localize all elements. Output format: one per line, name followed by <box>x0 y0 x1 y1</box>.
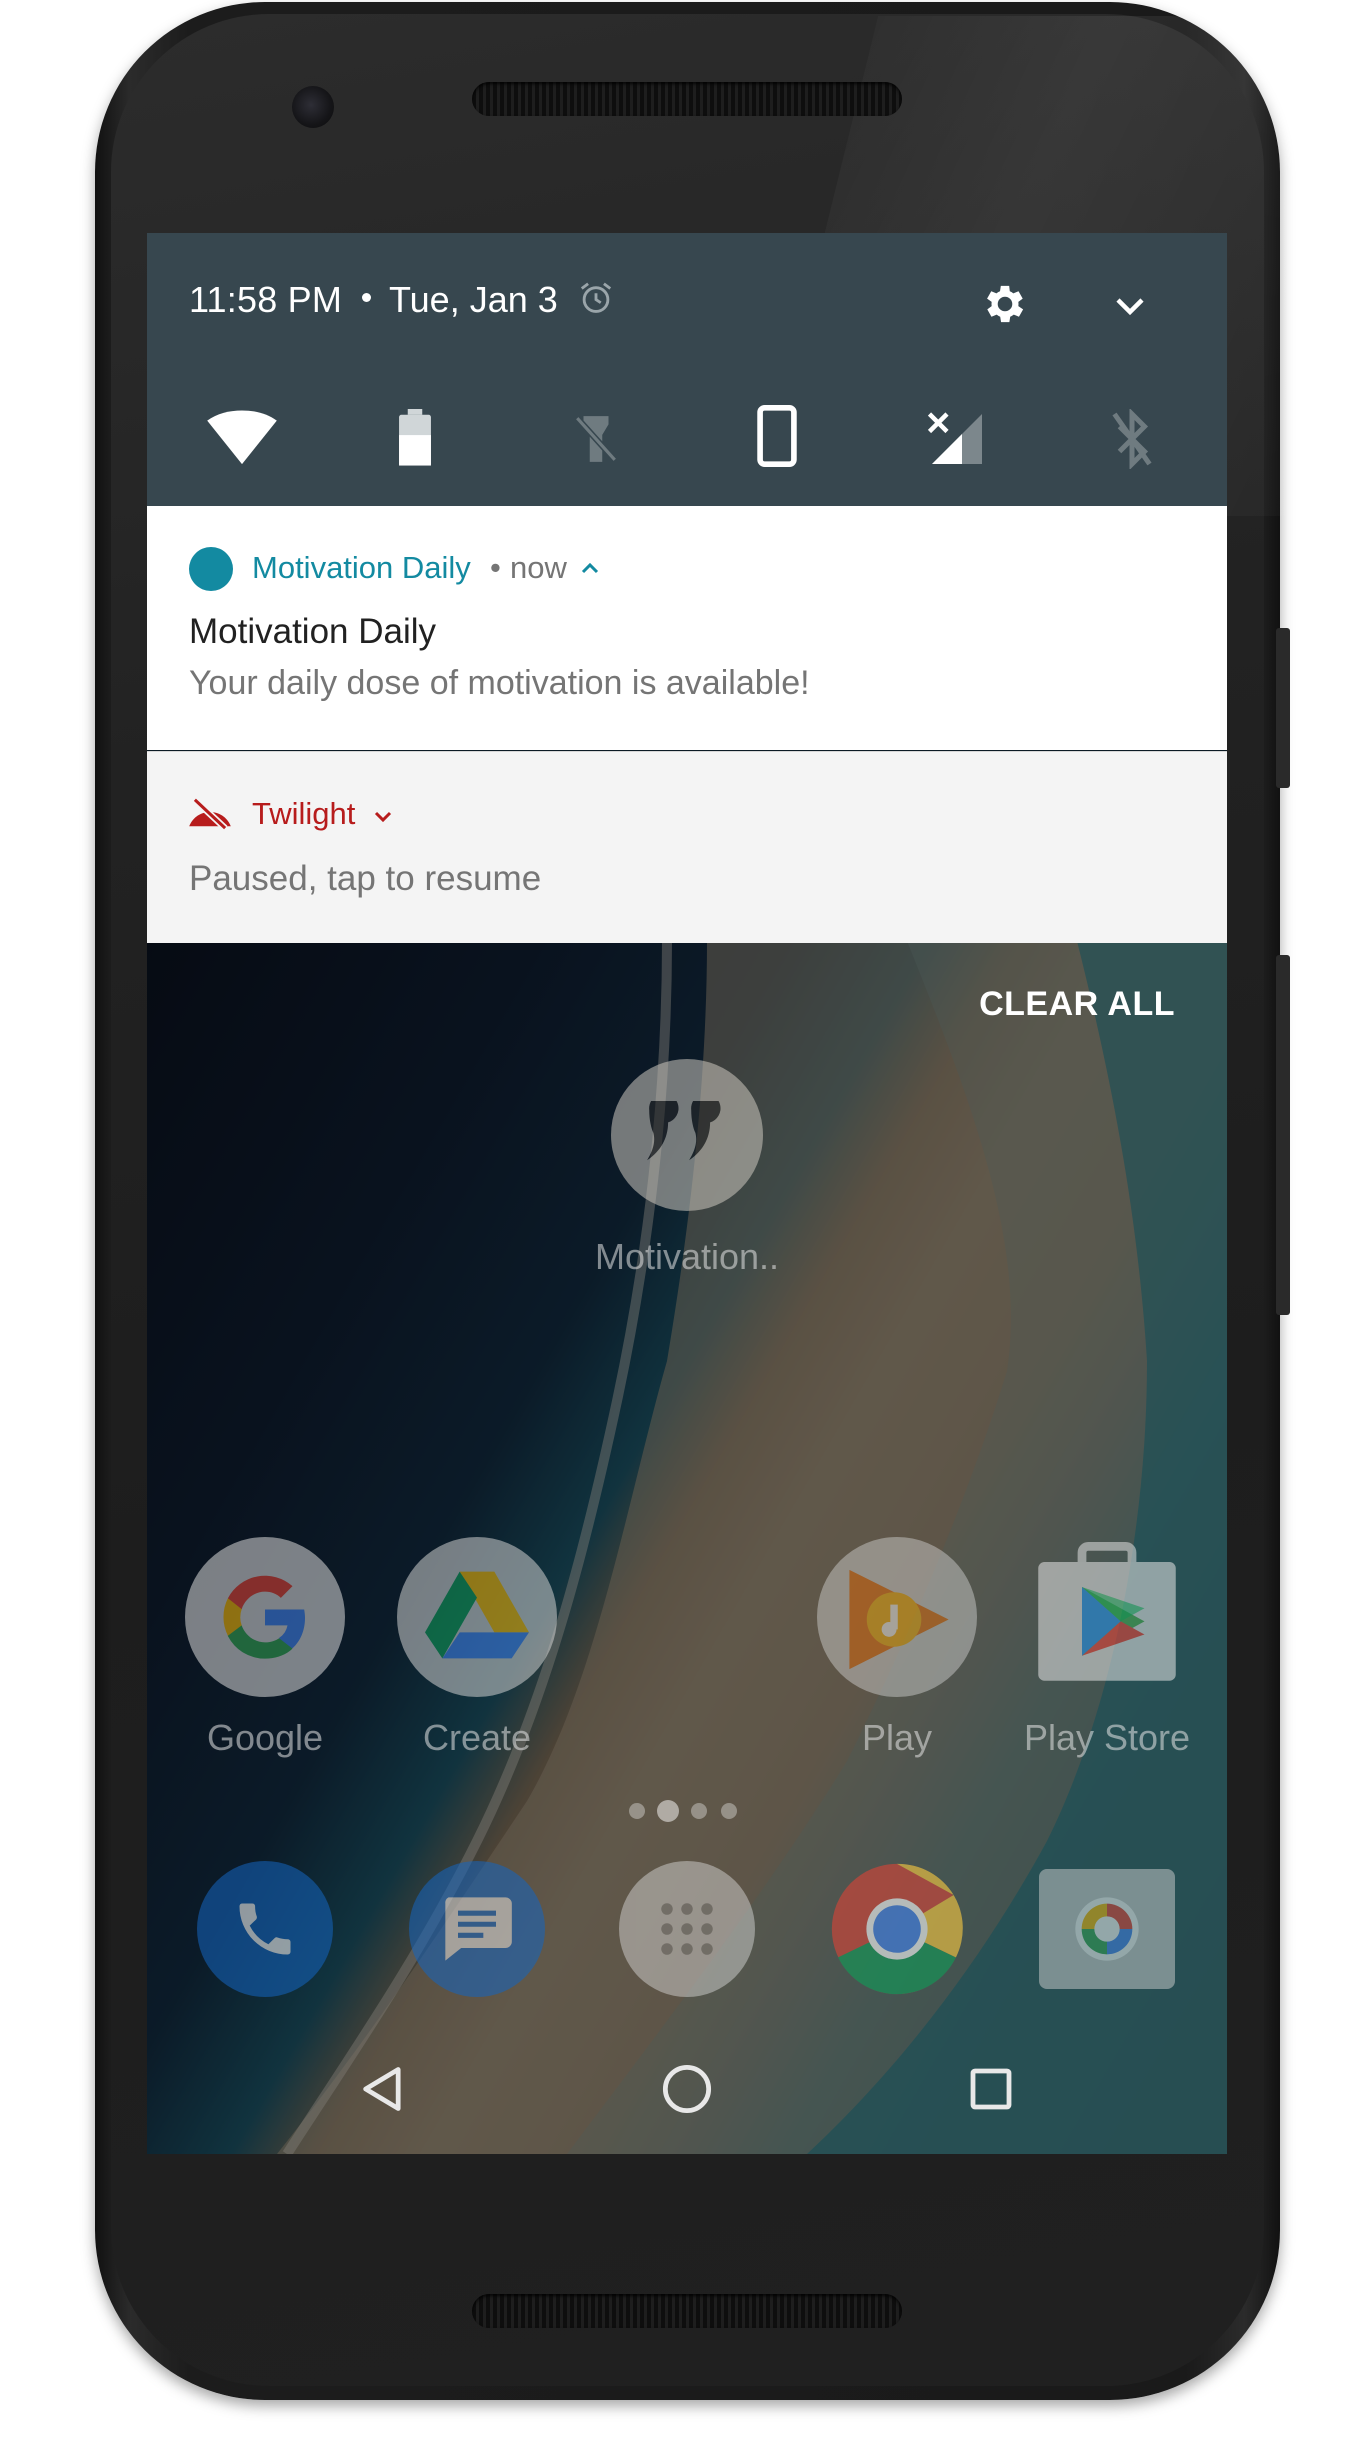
phone-handset-icon <box>239 1903 291 1955</box>
screen: 11:58 PM Tue, Jan 3 Motivation Daily • n… <box>147 233 1227 2154</box>
flashlight-off-icon[interactable] <box>571 411 621 467</box>
page-indicator-dot-active <box>657 1800 679 1822</box>
google-folder-icon[interactable] <box>185 1537 345 1697</box>
page-indicator-dot <box>629 1803 645 1819</box>
notification-app-name: Twilight <box>252 796 356 831</box>
notification-app-name: Motivation Daily <box>252 550 471 585</box>
expand-chevron-icon[interactable] <box>373 810 393 824</box>
play-store-app-label[interactable]: Play Store <box>1007 1717 1207 1759</box>
create-app-label[interactable]: Create <box>377 1717 577 1759</box>
play-music-icon <box>849 1569 949 1670</box>
notification-motivation-daily[interactable]: Motivation Daily • now Motivation Daily … <box>147 506 1227 750</box>
quote-icon <box>647 1101 721 1161</box>
twilight-eye-off-icon <box>189 797 231 830</box>
power-button <box>1276 628 1290 788</box>
clock: 11:58 PM <box>189 279 343 320</box>
home-icon[interactable] <box>661 2063 713 2115</box>
apps-grid-icon <box>661 1903 713 1955</box>
create-folder-icon[interactable] <box>397 1537 557 1697</box>
app-drawer-icon[interactable] <box>619 1861 755 1997</box>
collapse-chevron-icon[interactable] <box>580 561 600 575</box>
page-indicator-dot <box>691 1803 707 1819</box>
motivation-app-icon[interactable] <box>611 1059 763 1211</box>
google-g-icon <box>223 1575 305 1659</box>
play-store-icon[interactable] <box>1027 1537 1187 1697</box>
recents-icon[interactable] <box>967 2065 1015 2113</box>
front-camera <box>292 86 334 128</box>
quick-settings-header: 11:58 PM Tue, Jan 3 <box>147 233 1227 506</box>
alarm-icon[interactable] <box>577 279 615 317</box>
play-folder-icon[interactable] <box>817 1537 977 1697</box>
notification-title: Motivation Daily <box>189 612 437 651</box>
notification-separator: • <box>490 550 501 585</box>
bottom-speaker <box>472 2294 902 2328</box>
drive-icon <box>425 1571 529 1659</box>
time-date-separator <box>362 293 371 302</box>
phone-icon[interactable] <box>197 1861 333 1997</box>
play-store-bag-icon <box>1038 1542 1176 1681</box>
settings-gear-icon[interactable] <box>980 279 1030 329</box>
wifi-icon[interactable] <box>207 409 277 467</box>
expand-chevron-icon[interactable] <box>1112 291 1148 321</box>
chrome-icon[interactable] <box>829 1861 965 1997</box>
volume-rocker <box>1276 955 1290 1315</box>
date[interactable]: Tue, Jan 3 <box>389 279 558 321</box>
notification-time: now <box>510 550 567 585</box>
battery-icon[interactable] <box>397 409 433 467</box>
google-app-label[interactable]: Google <box>165 1717 365 1759</box>
clear-all-button[interactable]: CLEAR ALL <box>979 985 1175 1024</box>
camera-lens-icon <box>1075 1897 1139 1961</box>
chat-bubble-icon <box>445 1897 512 1961</box>
chrome-logo-icon <box>831 1863 963 1995</box>
motivation-app-icon <box>189 547 233 591</box>
cellular-no-signal-icon[interactable] <box>927 411 987 467</box>
camera-icon[interactable] <box>1039 1869 1175 1989</box>
page-indicator-dot <box>721 1803 737 1819</box>
motivation-app-label[interactable]: Motivation.. <box>587 1236 787 1278</box>
portrait-orientation-icon[interactable] <box>757 405 797 467</box>
top-speaker <box>472 82 902 116</box>
notification-twilight[interactable]: Twilight Paused, tap to resume <box>147 751 1227 943</box>
back-icon[interactable] <box>357 2063 409 2115</box>
play-app-label[interactable]: Play <box>797 1717 997 1759</box>
messages-icon[interactable] <box>409 1861 545 1997</box>
notification-text: Paused, tap to resume <box>189 859 542 898</box>
bluetooth-off-icon[interactable] <box>1110 409 1154 469</box>
notification-text: Your daily dose of motivation is availab… <box>189 664 810 702</box>
